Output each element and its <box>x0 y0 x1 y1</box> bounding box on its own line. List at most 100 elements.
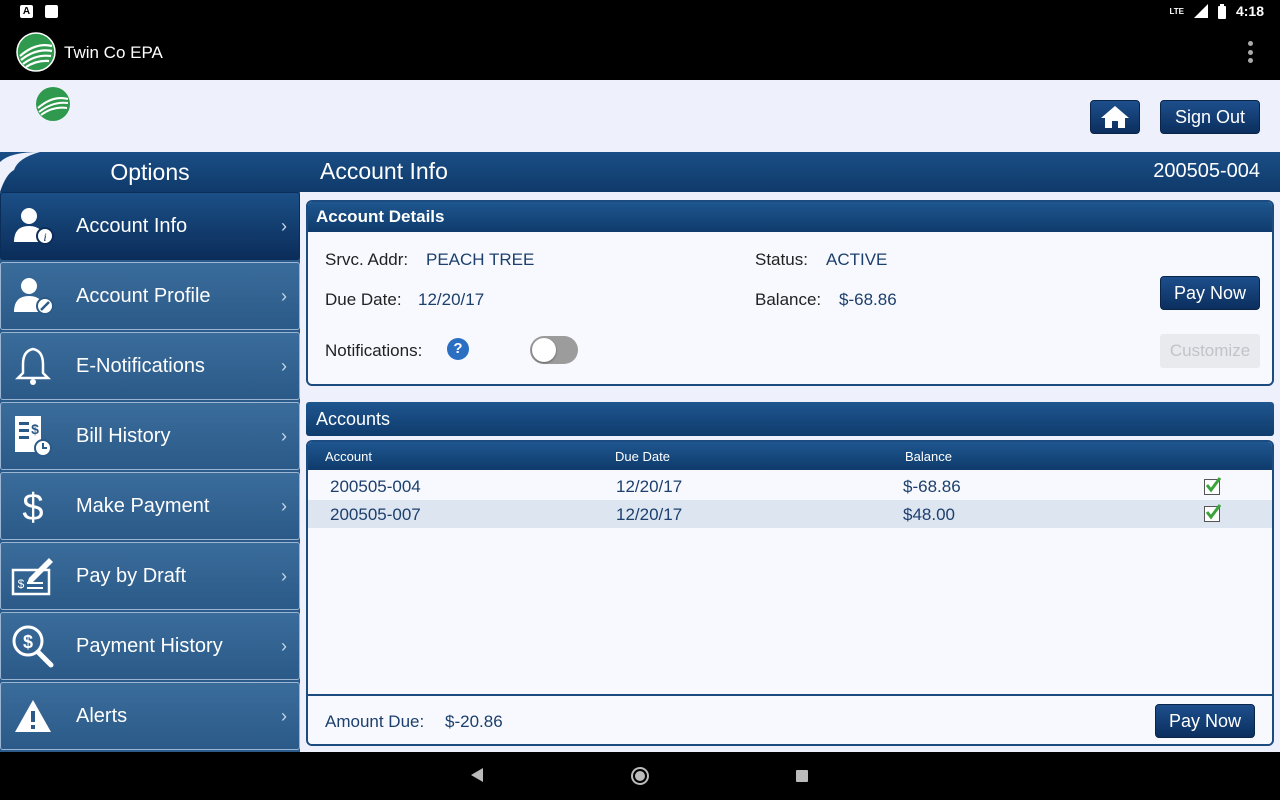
checkmark-icon <box>1205 477 1222 493</box>
system-nav-bar <box>0 752 1280 800</box>
page-curl-decoration <box>0 152 40 192</box>
account-details-title: Account Details <box>308 202 1272 232</box>
chevron-right-icon: › <box>281 705 287 726</box>
dollar-icon: $ <box>3 481 63 531</box>
bell-icon <box>3 341 63 391</box>
main-panel: Account Info 200505-004 Account Details … <box>300 152 1280 752</box>
main-header: Account Info 200505-004 <box>300 152 1280 192</box>
accounts-table: Account Due Date Balance 200505-004 12/2… <box>306 440 1274 746</box>
chevron-right-icon: › <box>281 425 287 446</box>
chevron-right-icon: › <box>281 215 287 236</box>
current-account-number: 200505-004 <box>1153 160 1260 182</box>
home-nav-icon[interactable] <box>631 767 649 785</box>
home-icon <box>1101 106 1129 128</box>
sd-card-icon <box>45 5 58 18</box>
sidebar-item-alerts[interactable]: Alerts › <box>0 682 300 750</box>
sidebar-item-account-info[interactable]: i Account Info › <box>0 192 300 260</box>
svg-text:i: i <box>43 230 46 244</box>
due-date-label: Due Date: <box>325 290 402 309</box>
svg-text:$: $ <box>22 487 43 528</box>
check-draft-icon: $ <box>3 551 63 601</box>
balance-value: $-68.86 <box>839 290 897 309</box>
recent-apps-icon[interactable] <box>796 770 808 782</box>
app-bar: Twin Co EPA <box>0 24 1280 80</box>
sidebar-item-label: Pay by Draft <box>76 564 187 587</box>
overflow-menu-icon[interactable] <box>1248 41 1254 63</box>
app-notification-icon: A <box>20 5 33 18</box>
help-icon[interactable]: ? <box>447 338 469 360</box>
toggle-knob <box>532 338 556 362</box>
row-checkbox[interactable] <box>1204 504 1222 522</box>
column-header-account: Account <box>325 449 372 464</box>
account-info-icon: i <box>3 201 63 251</box>
table-header: Account Due Date Balance <box>308 442 1272 470</box>
bill-history-icon: $ <box>3 411 63 461</box>
sidebar-item-label: Account Profile <box>76 284 211 307</box>
column-header-balance: Balance <box>905 449 952 464</box>
table-footer: Amount Due: $-20.86 Pay Now <box>308 694 1272 744</box>
notifications-toggle[interactable] <box>530 336 578 364</box>
row-checkbox[interactable] <box>1204 477 1222 495</box>
signal-icon <box>1193 4 1208 18</box>
footer-pay-now-button[interactable]: Pay Now <box>1155 704 1255 738</box>
table-row[interactable]: 200505-004 12/20/17 $-68.86 <box>308 472 1272 500</box>
clock: 4:18 <box>1235 3 1264 19</box>
app-logo-icon <box>16 32 56 72</box>
home-button[interactable] <box>1090 100 1140 134</box>
warning-icon <box>3 691 63 741</box>
service-address-label: Srvc. Addr: <box>325 250 409 269</box>
sidebar-item-payment-history[interactable]: $ Payment History › <box>0 612 300 680</box>
status-bar: A LTE 4:18 <box>0 0 1280 24</box>
chevron-right-icon: › <box>281 495 287 516</box>
company-logo-icon <box>36 87 70 121</box>
payment-history-icon: $ <box>3 621 63 671</box>
balance-cell: $-68.86 <box>903 477 961 496</box>
due-date-cell: 12/20/17 <box>616 477 683 496</box>
chevron-right-icon: › <box>281 565 287 586</box>
back-icon[interactable] <box>471 768 483 782</box>
amount-due-label: Amount Due: <box>325 712 425 731</box>
sidebar-item-label: Make Payment <box>76 494 210 517</box>
notifications-label: Notifications: <box>325 341 423 360</box>
battery-icon <box>1217 3 1226 19</box>
sidebar-item-pay-by-draft[interactable]: $ Pay by Draft › <box>0 542 300 610</box>
chevron-right-icon: › <box>281 355 287 376</box>
sidebar-title: Options <box>110 159 190 185</box>
sidebar-item-label: Bill History <box>76 424 171 447</box>
sidebar-header: Options <box>0 152 300 192</box>
table-row[interactable]: 200505-007 12/20/17 $48.00 <box>308 500 1272 528</box>
account-details-card: Account Details Srvc. Addr: PEACH TREE S… <box>306 200 1274 386</box>
service-address-value: PEACH TREE <box>426 250 535 269</box>
sign-out-button[interactable]: Sign Out <box>1160 100 1260 134</box>
accounts-section-title: Accounts <box>306 402 1274 436</box>
customize-button[interactable]: Customize <box>1160 334 1260 368</box>
due-date-cell: 12/20/17 <box>616 505 683 524</box>
chevron-right-icon: › <box>281 635 287 656</box>
sidebar-item-label: Payment History <box>76 634 223 657</box>
svg-text:$: $ <box>23 632 33 652</box>
sidebar-item-make-payment[interactable]: $ Make Payment › <box>0 472 300 540</box>
page-title: Account Info <box>320 158 448 184</box>
balance-label: Balance: <box>755 290 822 309</box>
amount-due-value: $-20.86 <box>445 712 503 731</box>
status-value: ACTIVE <box>826 250 888 269</box>
sidebar-item-bill-history[interactable]: $ Bill History › <box>0 402 300 470</box>
status-label: Status: <box>755 250 808 269</box>
pay-now-button[interactable]: Pay Now <box>1160 276 1260 310</box>
sidebar-item-label: E-Notifications <box>76 354 205 377</box>
sidebar-item-label: Account Info <box>76 214 188 237</box>
network-type: LTE <box>1169 6 1184 16</box>
account-cell: 200505-007 <box>330 505 421 524</box>
sidebar-item-label: Alerts <box>76 704 128 727</box>
account-cell: 200505-004 <box>330 477 421 496</box>
sidebar: Options i Account Info › Account Profile… <box>0 152 300 752</box>
sidebar-item-e-notifications[interactable]: E-Notifications › <box>0 332 300 400</box>
svg-text:$: $ <box>18 577 25 591</box>
chevron-right-icon: › <box>281 285 287 306</box>
page-header: Sign Out <box>0 80 1280 152</box>
app-title: Twin Co EPA <box>64 43 163 62</box>
account-profile-icon <box>3 271 63 321</box>
column-header-due-date: Due Date <box>615 449 670 464</box>
due-date-value: 12/20/17 <box>418 290 485 309</box>
sidebar-item-account-profile[interactable]: Account Profile › <box>0 262 300 330</box>
